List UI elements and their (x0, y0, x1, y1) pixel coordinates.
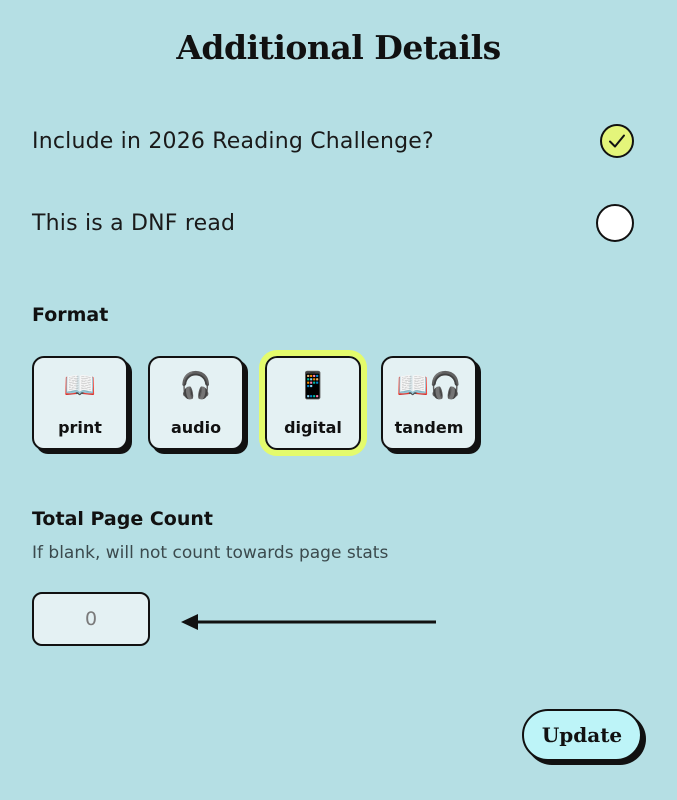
format-option-audio[interactable]: 🎧 audio (148, 356, 244, 450)
arrow-left-icon (181, 614, 436, 630)
format-option-label: audio (170, 418, 222, 437)
format-option-digital[interactable]: 📱 digital (259, 350, 367, 456)
reading-challenge-label: Include in 2026 Reading Challenge? (32, 128, 434, 154)
page-count-hint: If blank, will not count towards page st… (32, 543, 389, 563)
format-option-label: digital (284, 418, 342, 437)
dnf-row: This is a DNF read (32, 203, 634, 243)
format-option-tandem[interactable]: 📖🎧 tandem (381, 356, 477, 450)
headphones-icon: 🎧 (179, 371, 213, 401)
phone-icon: 📱 (296, 371, 330, 401)
book-headphones-icon: 📖🎧 (396, 371, 462, 401)
page-title: Additional Details (176, 28, 501, 67)
checkmark-icon (609, 134, 625, 148)
format-option-label: print (58, 418, 102, 437)
format-option-label: tandem (394, 418, 464, 437)
reading-challenge-checkbox[interactable] (600, 124, 634, 158)
dnf-checkbox[interactable] (596, 204, 634, 242)
format-option-print[interactable]: 📖 print (32, 356, 128, 450)
page-count-input[interactable] (32, 592, 150, 646)
format-title: Format (32, 304, 109, 326)
reading-challenge-row: Include in 2026 Reading Challenge? (32, 121, 634, 161)
page-count-title: Total Page Count (32, 508, 213, 530)
dnf-label: This is a DNF read (32, 210, 236, 236)
update-button[interactable]: Update (522, 709, 642, 761)
book-icon: 📖 (63, 371, 97, 401)
